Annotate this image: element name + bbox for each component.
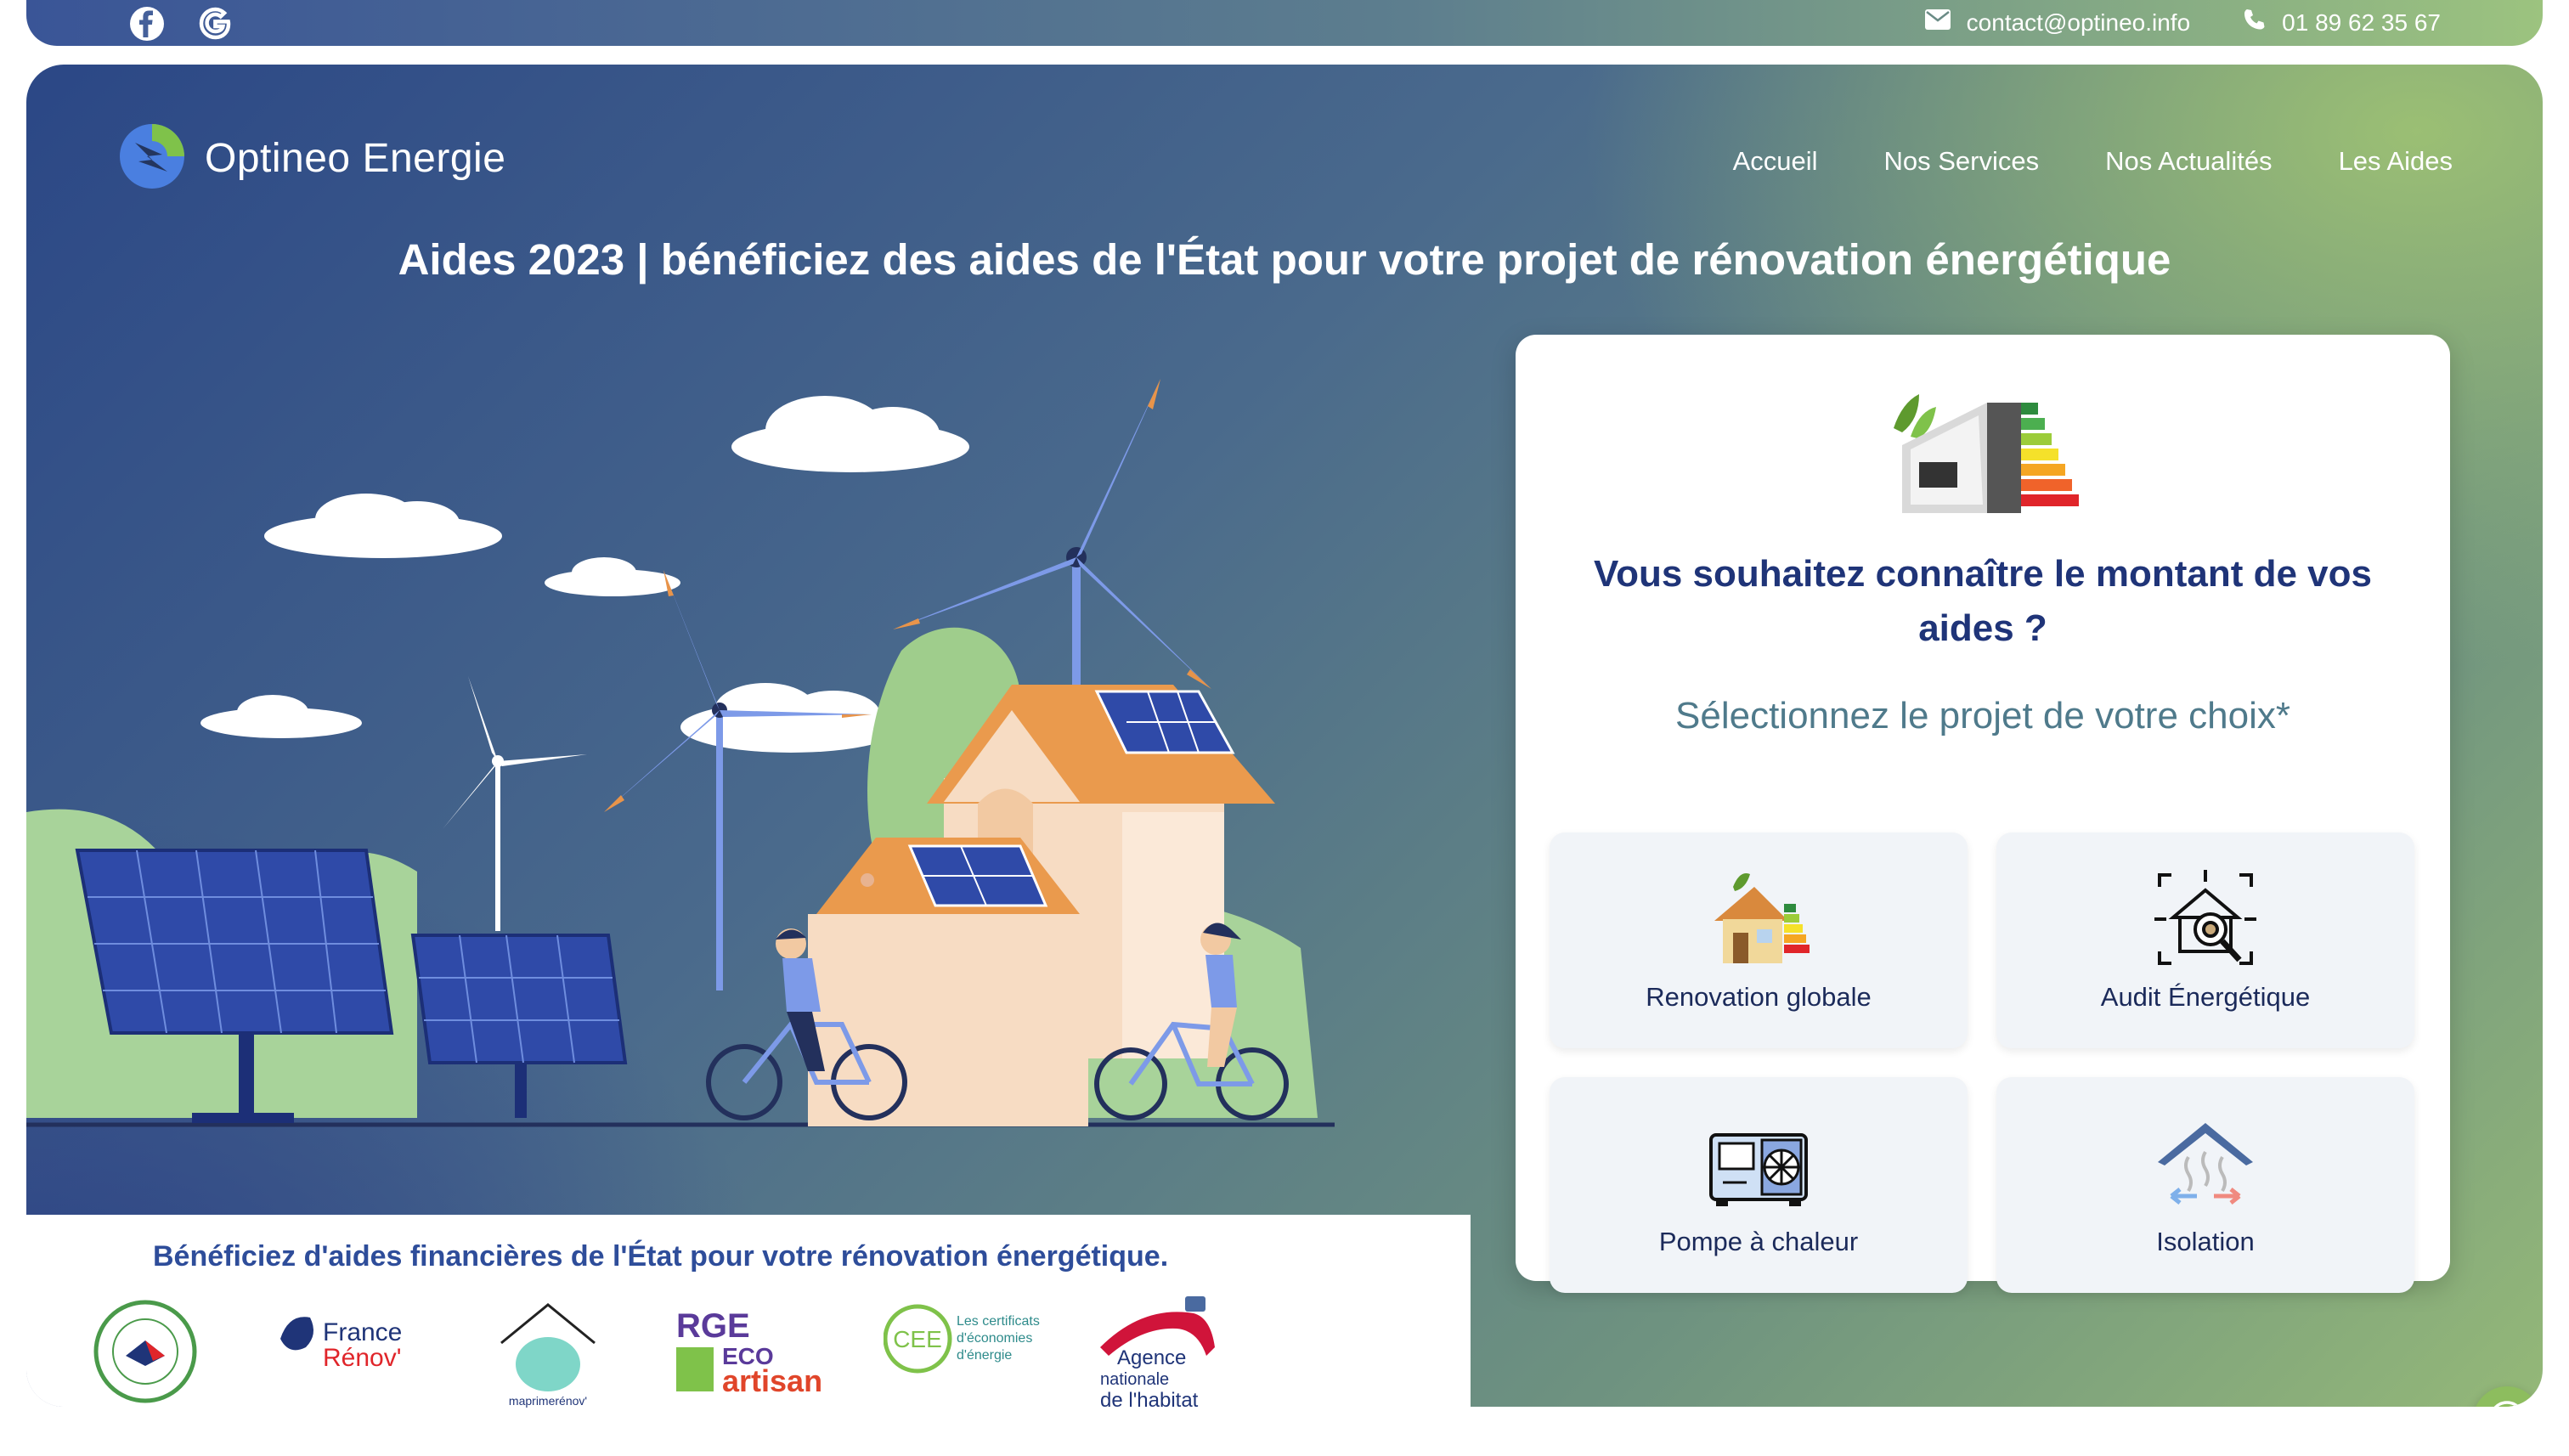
aid-simulator-card: Vous souhaitez connaître le montant de v… xyxy=(1516,335,2450,1293)
option-isolation[interactable]: Isolation xyxy=(1996,1077,2414,1293)
svg-text:d'énergie: d'énergie xyxy=(957,1348,1012,1363)
france-relance-logo xyxy=(92,1296,199,1415)
svg-text:de l'habitat: de l'habitat xyxy=(1100,1389,1199,1412)
nav-item-actualites[interactable]: Nos Actualités xyxy=(2105,146,2272,177)
phone-link[interactable]: 01 89 62 35 67 xyxy=(2241,7,2441,38)
maprimerenov-logo: maprimerénov' xyxy=(493,1296,603,1415)
house-energy-icon xyxy=(1708,870,1810,968)
option-label: Renovation globale xyxy=(1646,982,1872,1012)
option-pompe-a-chaleur[interactable]: Pompe à chaleur xyxy=(1550,1077,1968,1293)
phone-icon xyxy=(2241,7,2267,38)
top-contact-bar: contact@optineo.info 01 89 62 35 67 xyxy=(26,0,2543,46)
energy-label-house-icon xyxy=(1885,386,2081,513)
contact-info: contact@optineo.info 01 89 62 35 67 xyxy=(1924,7,2441,38)
brand-logo[interactable]: Optineo Energie xyxy=(118,122,505,194)
svg-text:Agence: Agence xyxy=(1117,1346,1186,1369)
phone-text: 01 89 62 35 67 xyxy=(2282,8,2441,36)
cee-logo: CEE Les certificats d'économies d'énergi… xyxy=(883,1296,1045,1415)
hero-title: Aides 2023 | bénéficiez des aides de l'É… xyxy=(398,235,2171,284)
svg-text:nationale: nationale xyxy=(1100,1370,1169,1389)
rge-eco-artisan-logo: RGE ECO artisan xyxy=(671,1296,841,1415)
social-links xyxy=(128,5,234,42)
audit-search-icon xyxy=(2154,870,2256,968)
select-project-subtitle: Sélectionnez le projet de votre choix* xyxy=(1675,695,2290,736)
hero-section: Optineo Energie Accueil Nos Services Nos… xyxy=(26,65,2543,1407)
svg-text:artisan: artisan xyxy=(722,1363,822,1398)
option-renovation-globale[interactable]: Renovation globale xyxy=(1550,832,1968,1048)
svg-text:RGE: RGE xyxy=(676,1307,750,1345)
option-label: Isolation xyxy=(2156,1227,2255,1256)
brand-name: Optineo Energie xyxy=(205,135,506,181)
email-text: contact@optineo.info xyxy=(1966,8,2191,36)
svg-text:Les certificats: Les certificats xyxy=(957,1314,1040,1329)
mail-icon xyxy=(1924,8,1951,37)
anah-logo: Agence nationale de l'habitat xyxy=(1092,1296,1245,1415)
aid-question: Vous souhaitez connaître le montant de v… xyxy=(1593,553,2372,649)
france-renov-logo: France Rénov' xyxy=(272,1296,433,1415)
svg-text:France: France xyxy=(323,1318,402,1346)
nav-item-aides[interactable]: Les Aides xyxy=(2339,146,2453,177)
svg-text:maprimerénov': maprimerénov' xyxy=(509,1394,587,1408)
optineo-logo-icon xyxy=(118,122,186,194)
heat-pump-icon xyxy=(1708,1115,1810,1213)
svg-text:Rénov': Rénov' xyxy=(323,1344,401,1372)
svg-text:d'économies: d'économies xyxy=(957,1331,1032,1346)
partner-logos: France Rénov' maprimerénov' RGE ECO arti… xyxy=(85,1296,1257,1415)
option-audit-energetique[interactable]: Audit Énergétique xyxy=(1996,832,2414,1048)
partners-title: Bénéficiez d'aides financières de l'État… xyxy=(153,1240,1169,1273)
main-nav: Accueil Nos Services Nos Actualités Les … xyxy=(1733,146,2453,177)
email-link[interactable]: contact@optineo.info xyxy=(1924,8,2190,37)
insulation-icon xyxy=(2154,1115,2256,1213)
arrow-up-icon xyxy=(2488,1400,2526,1407)
google-icon[interactable] xyxy=(196,5,234,42)
nav-item-accueil[interactable]: Accueil xyxy=(1733,146,1818,177)
renewable-energy-illustration xyxy=(26,353,1352,1135)
nav-item-services[interactable]: Nos Services xyxy=(1884,146,2040,177)
option-label: Pompe à chaleur xyxy=(1658,1227,1859,1256)
scroll-to-top-button[interactable] xyxy=(2473,1386,2541,1407)
facebook-icon[interactable] xyxy=(128,5,166,42)
option-label: Audit Énergétique xyxy=(2100,982,2311,1012)
svg-text:CEE: CEE xyxy=(893,1326,942,1352)
